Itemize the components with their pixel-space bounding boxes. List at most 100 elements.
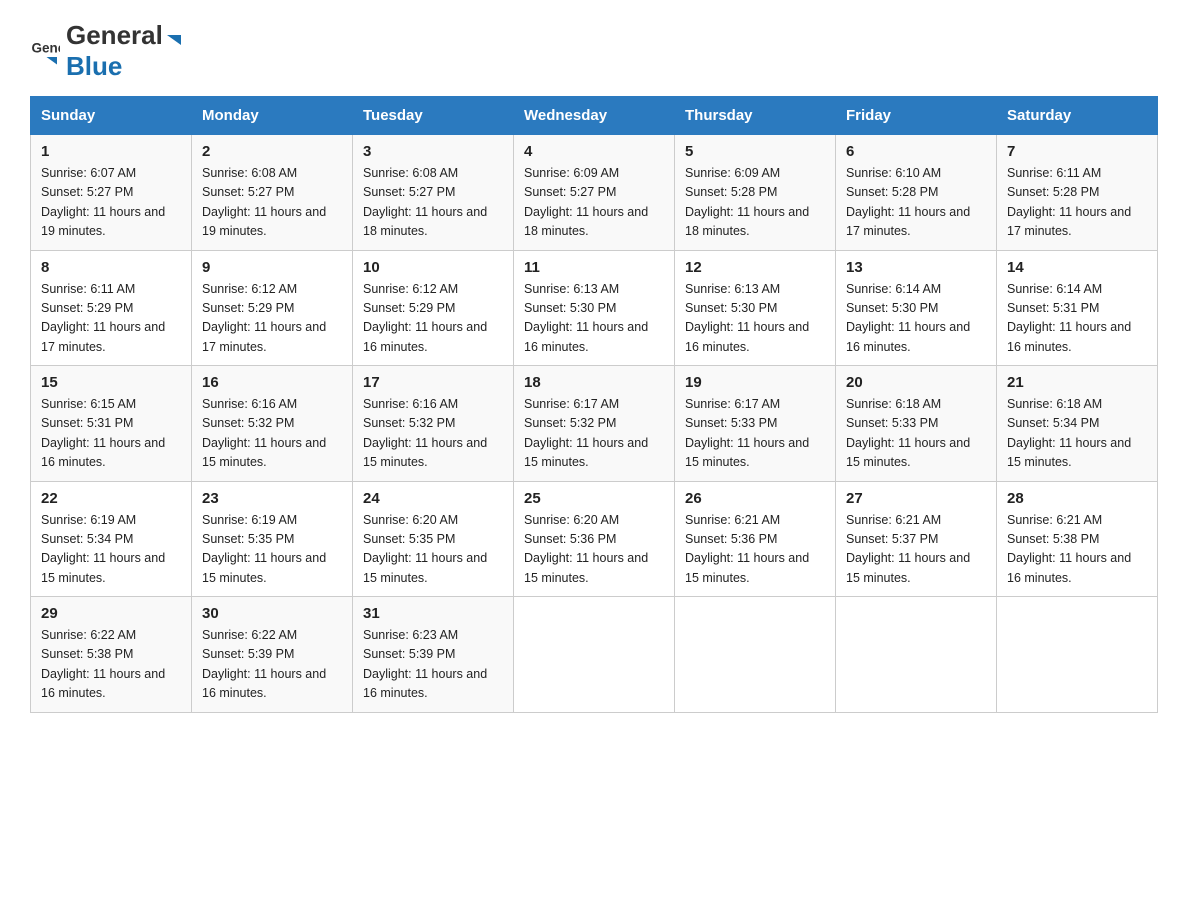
day-info: Sunrise: 6:21 AMSunset: 5:36 PMDaylight:… — [685, 513, 809, 585]
calendar-day-cell: 15 Sunrise: 6:15 AMSunset: 5:31 PMDaylig… — [31, 366, 192, 482]
logo-general-text: General — [66, 20, 163, 50]
day-number: 7 — [1007, 143, 1147, 160]
day-number: 24 — [363, 490, 503, 507]
logo-arrow-icon — [165, 31, 183, 49]
day-number: 21 — [1007, 374, 1147, 391]
calendar-day-cell: 1 Sunrise: 6:07 AMSunset: 5:27 PMDayligh… — [31, 135, 192, 251]
day-info: Sunrise: 6:09 AMSunset: 5:27 PMDaylight:… — [524, 166, 648, 238]
day-info: Sunrise: 6:20 AMSunset: 5:36 PMDaylight:… — [524, 513, 648, 585]
day-info: Sunrise: 6:13 AMSunset: 5:30 PMDaylight:… — [685, 282, 809, 354]
day-number: 25 — [524, 490, 664, 507]
calendar-week-row: 1 Sunrise: 6:07 AMSunset: 5:27 PMDayligh… — [31, 135, 1158, 251]
day-info: Sunrise: 6:21 AMSunset: 5:38 PMDaylight:… — [1007, 513, 1131, 585]
day-number: 9 — [202, 259, 342, 276]
calendar-day-cell: 19 Sunrise: 6:17 AMSunset: 5:33 PMDaylig… — [675, 366, 836, 482]
calendar-day-cell: 6 Sunrise: 6:10 AMSunset: 5:28 PMDayligh… — [836, 135, 997, 251]
day-number: 10 — [363, 259, 503, 276]
day-info: Sunrise: 6:19 AMSunset: 5:35 PMDaylight:… — [202, 513, 326, 585]
calendar-day-cell: 2 Sunrise: 6:08 AMSunset: 5:27 PMDayligh… — [192, 135, 353, 251]
calendar-day-cell: 21 Sunrise: 6:18 AMSunset: 5:34 PMDaylig… — [997, 366, 1158, 482]
weekday-header-wednesday: Wednesday — [514, 97, 675, 135]
logo-icon: General — [30, 36, 60, 66]
calendar-day-cell: 23 Sunrise: 6:19 AMSunset: 5:35 PMDaylig… — [192, 481, 353, 597]
day-number: 8 — [41, 259, 181, 276]
calendar-day-cell: 17 Sunrise: 6:16 AMSunset: 5:32 PMDaylig… — [353, 366, 514, 482]
day-info: Sunrise: 6:19 AMSunset: 5:34 PMDaylight:… — [41, 513, 165, 585]
day-info: Sunrise: 6:16 AMSunset: 5:32 PMDaylight:… — [363, 397, 487, 469]
logo: General General Blue — [30, 20, 185, 82]
day-info: Sunrise: 6:22 AMSunset: 5:38 PMDaylight:… — [41, 628, 165, 700]
calendar-day-cell: 18 Sunrise: 6:17 AMSunset: 5:32 PMDaylig… — [514, 366, 675, 482]
weekday-header-row: SundayMondayTuesdayWednesdayThursdayFrid… — [31, 97, 1158, 135]
calendar-day-cell — [514, 597, 675, 713]
day-number: 13 — [846, 259, 986, 276]
calendar-day-cell: 16 Sunrise: 6:16 AMSunset: 5:32 PMDaylig… — [192, 366, 353, 482]
calendar-day-cell: 30 Sunrise: 6:22 AMSunset: 5:39 PMDaylig… — [192, 597, 353, 713]
day-info: Sunrise: 6:11 AMSunset: 5:28 PMDaylight:… — [1007, 166, 1131, 238]
page-header: General General Blue — [30, 20, 1158, 82]
weekday-header-sunday: Sunday — [31, 97, 192, 135]
day-info: Sunrise: 6:08 AMSunset: 5:27 PMDaylight:… — [363, 166, 487, 238]
day-number: 15 — [41, 374, 181, 391]
day-number: 4 — [524, 143, 664, 160]
calendar-day-cell: 31 Sunrise: 6:23 AMSunset: 5:39 PMDaylig… — [353, 597, 514, 713]
day-number: 17 — [363, 374, 503, 391]
day-info: Sunrise: 6:12 AMSunset: 5:29 PMDaylight:… — [363, 282, 487, 354]
calendar-week-row: 15 Sunrise: 6:15 AMSunset: 5:31 PMDaylig… — [31, 366, 1158, 482]
calendar-day-cell — [997, 597, 1158, 713]
day-info: Sunrise: 6:16 AMSunset: 5:32 PMDaylight:… — [202, 397, 326, 469]
calendar-day-cell: 4 Sunrise: 6:09 AMSunset: 5:27 PMDayligh… — [514, 135, 675, 251]
day-number: 16 — [202, 374, 342, 391]
day-info: Sunrise: 6:14 AMSunset: 5:30 PMDaylight:… — [846, 282, 970, 354]
calendar-table: SundayMondayTuesdayWednesdayThursdayFrid… — [30, 96, 1158, 713]
calendar-day-cell: 7 Sunrise: 6:11 AMSunset: 5:28 PMDayligh… — [997, 135, 1158, 251]
day-number: 22 — [41, 490, 181, 507]
day-info: Sunrise: 6:22 AMSunset: 5:39 PMDaylight:… — [202, 628, 326, 700]
day-number: 1 — [41, 143, 181, 160]
calendar-day-cell — [836, 597, 997, 713]
day-number: 28 — [1007, 490, 1147, 507]
day-number: 31 — [363, 605, 503, 622]
day-info: Sunrise: 6:09 AMSunset: 5:28 PMDaylight:… — [685, 166, 809, 238]
day-number: 29 — [41, 605, 181, 622]
day-info: Sunrise: 6:18 AMSunset: 5:33 PMDaylight:… — [846, 397, 970, 469]
calendar-day-cell: 24 Sunrise: 6:20 AMSunset: 5:35 PMDaylig… — [353, 481, 514, 597]
day-info: Sunrise: 6:07 AMSunset: 5:27 PMDaylight:… — [41, 166, 165, 238]
calendar-day-cell — [675, 597, 836, 713]
day-info: Sunrise: 6:23 AMSunset: 5:39 PMDaylight:… — [363, 628, 487, 700]
calendar-day-cell: 5 Sunrise: 6:09 AMSunset: 5:28 PMDayligh… — [675, 135, 836, 251]
day-number: 27 — [846, 490, 986, 507]
calendar-day-cell: 11 Sunrise: 6:13 AMSunset: 5:30 PMDaylig… — [514, 250, 675, 366]
day-info: Sunrise: 6:14 AMSunset: 5:31 PMDaylight:… — [1007, 282, 1131, 354]
calendar-day-cell: 25 Sunrise: 6:20 AMSunset: 5:36 PMDaylig… — [514, 481, 675, 597]
day-number: 20 — [846, 374, 986, 391]
calendar-day-cell: 9 Sunrise: 6:12 AMSunset: 5:29 PMDayligh… — [192, 250, 353, 366]
day-number: 12 — [685, 259, 825, 276]
day-number: 6 — [846, 143, 986, 160]
day-number: 5 — [685, 143, 825, 160]
day-number: 3 — [363, 143, 503, 160]
day-number: 18 — [524, 374, 664, 391]
day-number: 30 — [202, 605, 342, 622]
weekday-header-monday: Monday — [192, 97, 353, 135]
calendar-day-cell: 29 Sunrise: 6:22 AMSunset: 5:38 PMDaylig… — [31, 597, 192, 713]
weekday-header-saturday: Saturday — [997, 97, 1158, 135]
calendar-week-row: 29 Sunrise: 6:22 AMSunset: 5:38 PMDaylig… — [31, 597, 1158, 713]
calendar-day-cell: 14 Sunrise: 6:14 AMSunset: 5:31 PMDaylig… — [997, 250, 1158, 366]
calendar-day-cell: 3 Sunrise: 6:08 AMSunset: 5:27 PMDayligh… — [353, 135, 514, 251]
day-info: Sunrise: 6:08 AMSunset: 5:27 PMDaylight:… — [202, 166, 326, 238]
day-number: 2 — [202, 143, 342, 160]
calendar-day-cell: 10 Sunrise: 6:12 AMSunset: 5:29 PMDaylig… — [353, 250, 514, 366]
weekday-header-thursday: Thursday — [675, 97, 836, 135]
day-info: Sunrise: 6:17 AMSunset: 5:32 PMDaylight:… — [524, 397, 648, 469]
day-info: Sunrise: 6:18 AMSunset: 5:34 PMDaylight:… — [1007, 397, 1131, 469]
day-number: 19 — [685, 374, 825, 391]
calendar-week-row: 22 Sunrise: 6:19 AMSunset: 5:34 PMDaylig… — [31, 481, 1158, 597]
weekday-header-tuesday: Tuesday — [353, 97, 514, 135]
day-number: 26 — [685, 490, 825, 507]
calendar-day-cell: 27 Sunrise: 6:21 AMSunset: 5:37 PMDaylig… — [836, 481, 997, 597]
day-info: Sunrise: 6:13 AMSunset: 5:30 PMDaylight:… — [524, 282, 648, 354]
day-info: Sunrise: 6:10 AMSunset: 5:28 PMDaylight:… — [846, 166, 970, 238]
weekday-header-friday: Friday — [836, 97, 997, 135]
day-number: 14 — [1007, 259, 1147, 276]
